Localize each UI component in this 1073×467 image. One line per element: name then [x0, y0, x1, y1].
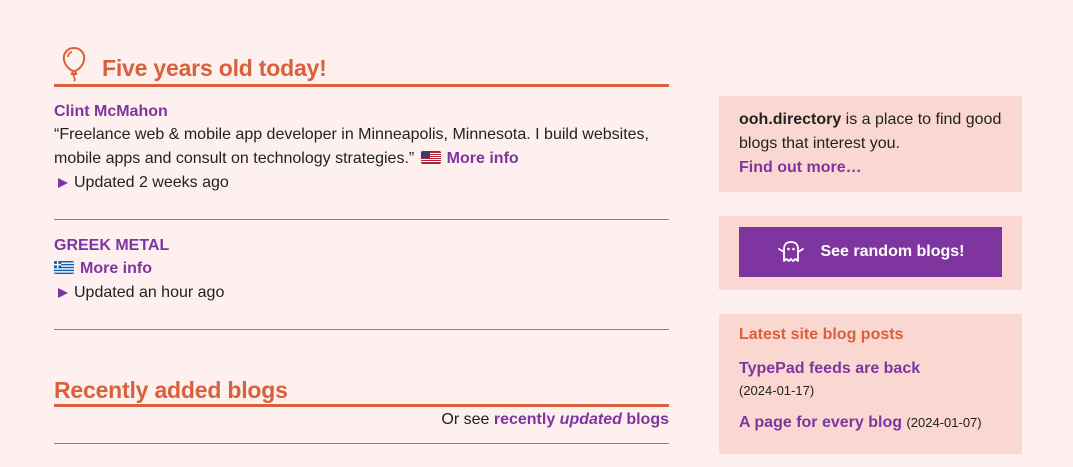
- site-post-link[interactable]: A page for every blog: [739, 414, 902, 431]
- greece-flag-icon: [54, 261, 74, 274]
- site-post-item: TypePad feeds are back (2024-01-17): [739, 358, 1002, 402]
- link-text-em: updated: [559, 411, 622, 428]
- updated-text: Updated an hour ago: [74, 284, 225, 301]
- find-out-more-link[interactable]: Find out more…: [739, 159, 862, 176]
- blog-name-link[interactable]: Clint McMahon: [54, 101, 669, 123]
- site-post-link[interactable]: TypePad feeds are back: [739, 360, 920, 377]
- see-updated-line: Or see recently updated blogs: [54, 407, 669, 444]
- updated-status[interactable]: Updated 2 weeks ago: [54, 171, 669, 195]
- site-post-date: (2024-01-07): [906, 415, 982, 430]
- site-name: ooh.directory: [739, 111, 842, 128]
- site-posts-panel: Latest site blog posts TypePad feeds are…: [719, 314, 1022, 454]
- blog-description: More info: [54, 257, 669, 281]
- blog-description-text: “Freelance web & mobile app developer in…: [54, 126, 649, 167]
- updated-status[interactable]: Updated an hour ago: [54, 281, 669, 305]
- random-panel: See random blogs!: [719, 216, 1022, 290]
- blog-description: “Freelance web & mobile app developer in…: [54, 123, 669, 171]
- site-posts-title: Latest site blog posts: [739, 326, 904, 343]
- main-column: Five years old today! Clint McMahon “Fre…: [54, 46, 669, 444]
- birthday-header: Five years old today!: [54, 46, 669, 87]
- blog-name-link[interactable]: GREEK METAL: [54, 235, 669, 257]
- recently-updated-link[interactable]: recently updated blogs: [494, 411, 669, 428]
- about-panel: ooh.directory is a place to find good bl…: [719, 96, 1022, 192]
- link-text-pre: recently: [493, 411, 560, 428]
- link-text-post: blogs: [621, 411, 669, 428]
- expand-triangle-icon[interactable]: [58, 288, 68, 298]
- more-info-link[interactable]: More info: [447, 150, 519, 167]
- birthday-title: Five years old today!: [102, 55, 327, 81]
- balloon-icon: [62, 46, 86, 82]
- blog-item: GREEK METAL More info Updated an hour ag…: [54, 220, 669, 330]
- recent-title: Recently added blogs: [54, 377, 288, 403]
- recent-header: Recently added blogs: [54, 376, 669, 407]
- random-button-label: See random blogs!: [820, 243, 965, 260]
- more-info-link[interactable]: More info: [80, 260, 152, 277]
- expand-triangle-icon[interactable]: [58, 178, 68, 188]
- ghost-icon: [778, 241, 805, 262]
- random-blogs-button[interactable]: See random blogs!: [739, 227, 1002, 277]
- see-prefix: Or see: [441, 411, 494, 428]
- recent-section: Recently added blogs Or see recently upd…: [54, 376, 669, 444]
- blog-item: Clint McMahon “Freelance web & mobile ap…: [54, 87, 669, 220]
- us-flag-icon: [420, 151, 441, 164]
- updated-text: Updated 2 weeks ago: [74, 174, 229, 191]
- site-post-date: (2024-01-17): [739, 383, 815, 398]
- site-post-item: A page for every blog (2024-01-07): [739, 412, 1002, 434]
